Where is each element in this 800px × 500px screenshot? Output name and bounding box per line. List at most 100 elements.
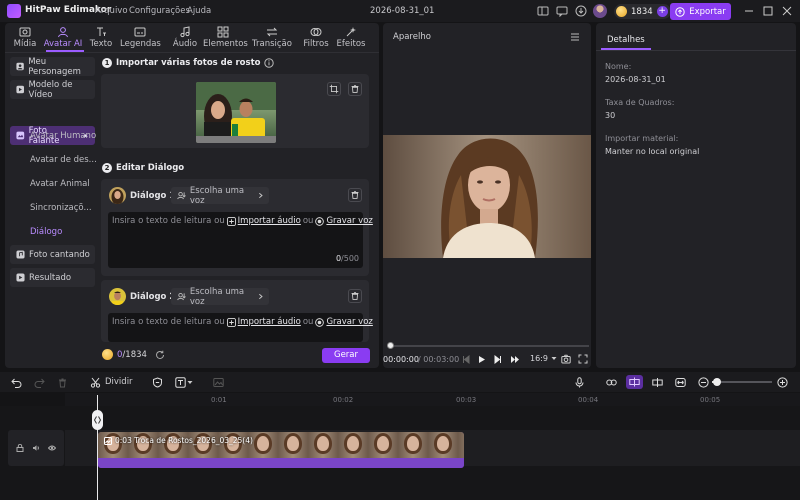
dialog-2-placeholder: Insira o texto de leitura ou Importar áu… xyxy=(112,317,373,327)
layout-icon[interactable] xyxy=(537,5,549,17)
clip-thumbnail xyxy=(278,432,308,458)
split-label[interactable]: Dividir xyxy=(105,377,133,387)
fullscreen-icon[interactable] xyxy=(578,354,588,364)
trash-icon[interactable] xyxy=(348,188,362,202)
image-add-icon[interactable] xyxy=(213,377,224,388)
dialog-2-text-input[interactable]: Insira o texto de leitura ou Importar áu… xyxy=(108,313,373,342)
message-icon[interactable] xyxy=(556,5,568,17)
dialog-1-voice-select[interactable]: Escolha uma voz xyxy=(171,186,269,206)
generate-button[interactable]: Gerar xyxy=(322,348,370,363)
redo-icon[interactable] xyxy=(34,377,45,388)
sidebar-sub-avatar-animal[interactable]: Avatar Animal xyxy=(30,179,90,189)
dialog-2-avatar[interactable] xyxy=(109,288,126,305)
tab-elementos[interactable]: Elementos xyxy=(203,26,248,50)
tab-audio[interactable]: Áudio xyxy=(165,26,205,50)
prev-frame-icon[interactable] xyxy=(462,355,471,364)
info-icon[interactable] xyxy=(264,58,275,68)
add-credits-icon[interactable]: + xyxy=(656,6,668,17)
chevron-down-icon[interactable] xyxy=(187,380,193,385)
credits-count: 1834 xyxy=(631,6,653,17)
split-icon[interactable] xyxy=(90,377,101,388)
timeline-ruler[interactable] xyxy=(65,393,800,406)
user-avatar[interactable] xyxy=(593,4,607,18)
delete-icon[interactable] xyxy=(57,377,68,388)
voice-user-icon xyxy=(177,292,186,301)
fit-width-icon[interactable] xyxy=(675,377,686,388)
dialog-1-avatar[interactable] xyxy=(109,187,126,204)
lock-icon[interactable] xyxy=(16,444,24,452)
video-frame-image xyxy=(383,135,591,258)
zoom-out-icon[interactable] xyxy=(698,377,709,388)
next-frame-icon[interactable] xyxy=(493,355,502,364)
record-voice-link[interactable]: Gravar voz xyxy=(326,317,372,327)
snapshot-icon[interactable] xyxy=(561,354,571,364)
menu-ajuda[interactable]: Ajuda xyxy=(187,6,211,16)
refresh-icon[interactable] xyxy=(155,350,165,360)
sidebar-item-foto-cantando[interactable]: Foto cantando xyxy=(10,245,95,264)
menu-arquivo[interactable]: Arquivo xyxy=(95,6,128,16)
sidebar-sub-dialogo[interactable]: Diálogo xyxy=(30,227,62,237)
text-style-icon[interactable] xyxy=(175,377,186,388)
zoom-slider-handle[interactable] xyxy=(713,378,721,386)
record-voice-link[interactable]: Gravar voz xyxy=(326,216,372,226)
export-button[interactable]: Exportar xyxy=(670,3,731,20)
tab-audio-label: Áudio xyxy=(172,39,198,49)
undo-icon[interactable] xyxy=(11,377,22,388)
microphone-icon[interactable] xyxy=(574,377,585,388)
trash-icon[interactable] xyxy=(348,289,362,303)
zoom-in-icon[interactable] xyxy=(777,377,788,388)
voice-placeholder: Escolha uma voz xyxy=(189,286,245,307)
sidebar-sub-sincronizacao[interactable]: Sincronizaçõ... xyxy=(30,203,92,213)
track-mode-toggle[interactable] xyxy=(626,375,643,389)
tab-detalhes[interactable]: Detalhes xyxy=(601,30,651,50)
dialog-2-voice-select[interactable]: Escolha uma voz xyxy=(171,286,269,307)
playback-progress-track[interactable] xyxy=(389,345,589,347)
download-icon[interactable] xyxy=(575,5,587,17)
video-clip[interactable]: 0:03 Troca de Rostos_2026_03_25(4) xyxy=(98,432,464,468)
import-audio-link[interactable]: Importar áudio xyxy=(238,216,301,226)
tick-label: 00:04 xyxy=(578,396,599,404)
trash-icon[interactable] xyxy=(348,82,362,96)
tab-avatar-ai[interactable]: Avatar AI xyxy=(43,26,83,50)
sidebar-item-meu-personagem[interactable]: Meu Personagem xyxy=(10,57,95,77)
playback-progress-handle[interactable] xyxy=(387,342,394,349)
sidebar-sub-avatar-humano[interactable]: Avatar Humano xyxy=(30,131,96,141)
tab-midia[interactable]: Mídia xyxy=(5,26,45,50)
tick-label: 00:02 xyxy=(333,396,354,404)
close-icon[interactable] xyxy=(781,5,793,17)
time-current: 00:00:00 xyxy=(383,355,419,364)
tab-legendas[interactable]: Legendas xyxy=(120,26,161,50)
details-divider xyxy=(596,50,796,51)
chevron-down-icon xyxy=(551,357,557,360)
sidebar-sub-avatar-desenho[interactable]: Avatar de des... xyxy=(30,155,97,165)
crop-icon[interactable] xyxy=(327,82,341,96)
volume-icon[interactable] xyxy=(32,444,40,452)
record-voice-icon xyxy=(315,216,325,226)
aspect-ratio-select[interactable]: 16:9 xyxy=(530,354,557,363)
tab-filtros[interactable]: Filtros xyxy=(296,26,336,50)
face-photo-thumbnail[interactable] xyxy=(196,82,276,143)
zoom-slider-track[interactable] xyxy=(712,381,772,383)
tab-transicao[interactable]: Transição xyxy=(252,26,292,50)
credits-pill[interactable]: 1834 + xyxy=(614,4,671,19)
import-audio-link[interactable]: Importar áudio xyxy=(238,317,301,327)
menu-configuracoes[interactable]: Configurações xyxy=(129,6,190,16)
dialog-1-text-input[interactable]: Insira o texto de leitura ou Importar áu… xyxy=(108,212,373,268)
minimize-icon[interactable] xyxy=(743,5,755,17)
play-icon[interactable] xyxy=(477,355,486,364)
maximize-icon[interactable] xyxy=(762,5,774,17)
tab-texto[interactable]: Texto xyxy=(81,26,121,50)
video-preview[interactable] xyxy=(383,135,591,258)
playhead-handle[interactable] xyxy=(92,410,103,430)
voice-user-icon xyxy=(177,191,186,200)
link-icon[interactable] xyxy=(606,377,617,388)
tab-efeitos[interactable]: Efeitos xyxy=(331,26,371,50)
sidebar-item-resultado[interactable]: Resultado xyxy=(10,268,95,287)
shield-icon[interactable] xyxy=(152,377,163,388)
menu-icon[interactable] xyxy=(570,32,580,42)
visibility-icon[interactable] xyxy=(48,444,56,452)
fast-forward-icon[interactable] xyxy=(510,355,520,364)
snap-icon[interactable] xyxy=(652,377,663,388)
sidebar-item-modelo-de-video[interactable]: Modelo de Vídeo xyxy=(10,80,95,100)
app-logo-icon xyxy=(7,4,21,18)
